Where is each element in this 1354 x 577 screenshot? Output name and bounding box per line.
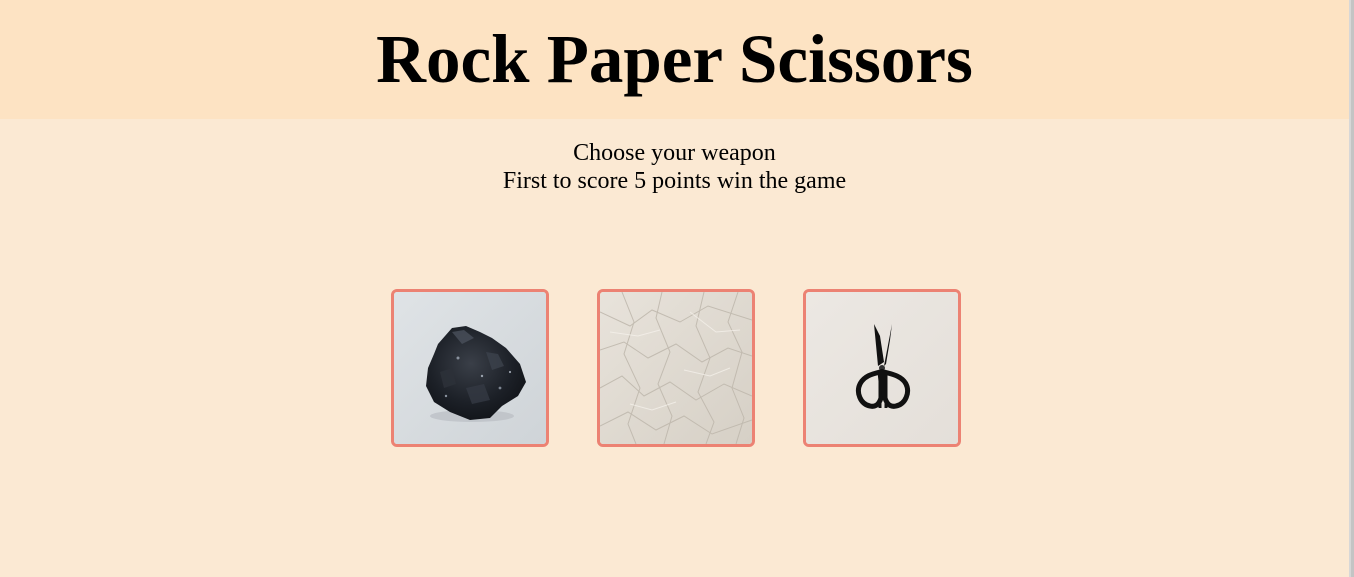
rock-button[interactable]: [391, 289, 549, 447]
instruction-win-condition: First to score 5 points win the game: [502, 168, 847, 194]
instructions: Choose your weapon First to score 5 poin…: [0, 139, 1349, 195]
scissors-image: [806, 292, 958, 444]
weapon-choices: [391, 289, 961, 447]
rock-image: [394, 292, 546, 444]
crumpled-paper-image: [600, 292, 752, 444]
scissors-button[interactable]: [803, 289, 961, 447]
instruction-choose-weapon: Choose your weapon: [573, 140, 776, 166]
header-bar: Rock Paper Scissors: [0, 0, 1349, 119]
page-title: Rock Paper Scissors: [376, 21, 973, 97]
paper-button[interactable]: [597, 289, 755, 447]
vertical-scrollbar[interactable]: [1349, 0, 1354, 577]
